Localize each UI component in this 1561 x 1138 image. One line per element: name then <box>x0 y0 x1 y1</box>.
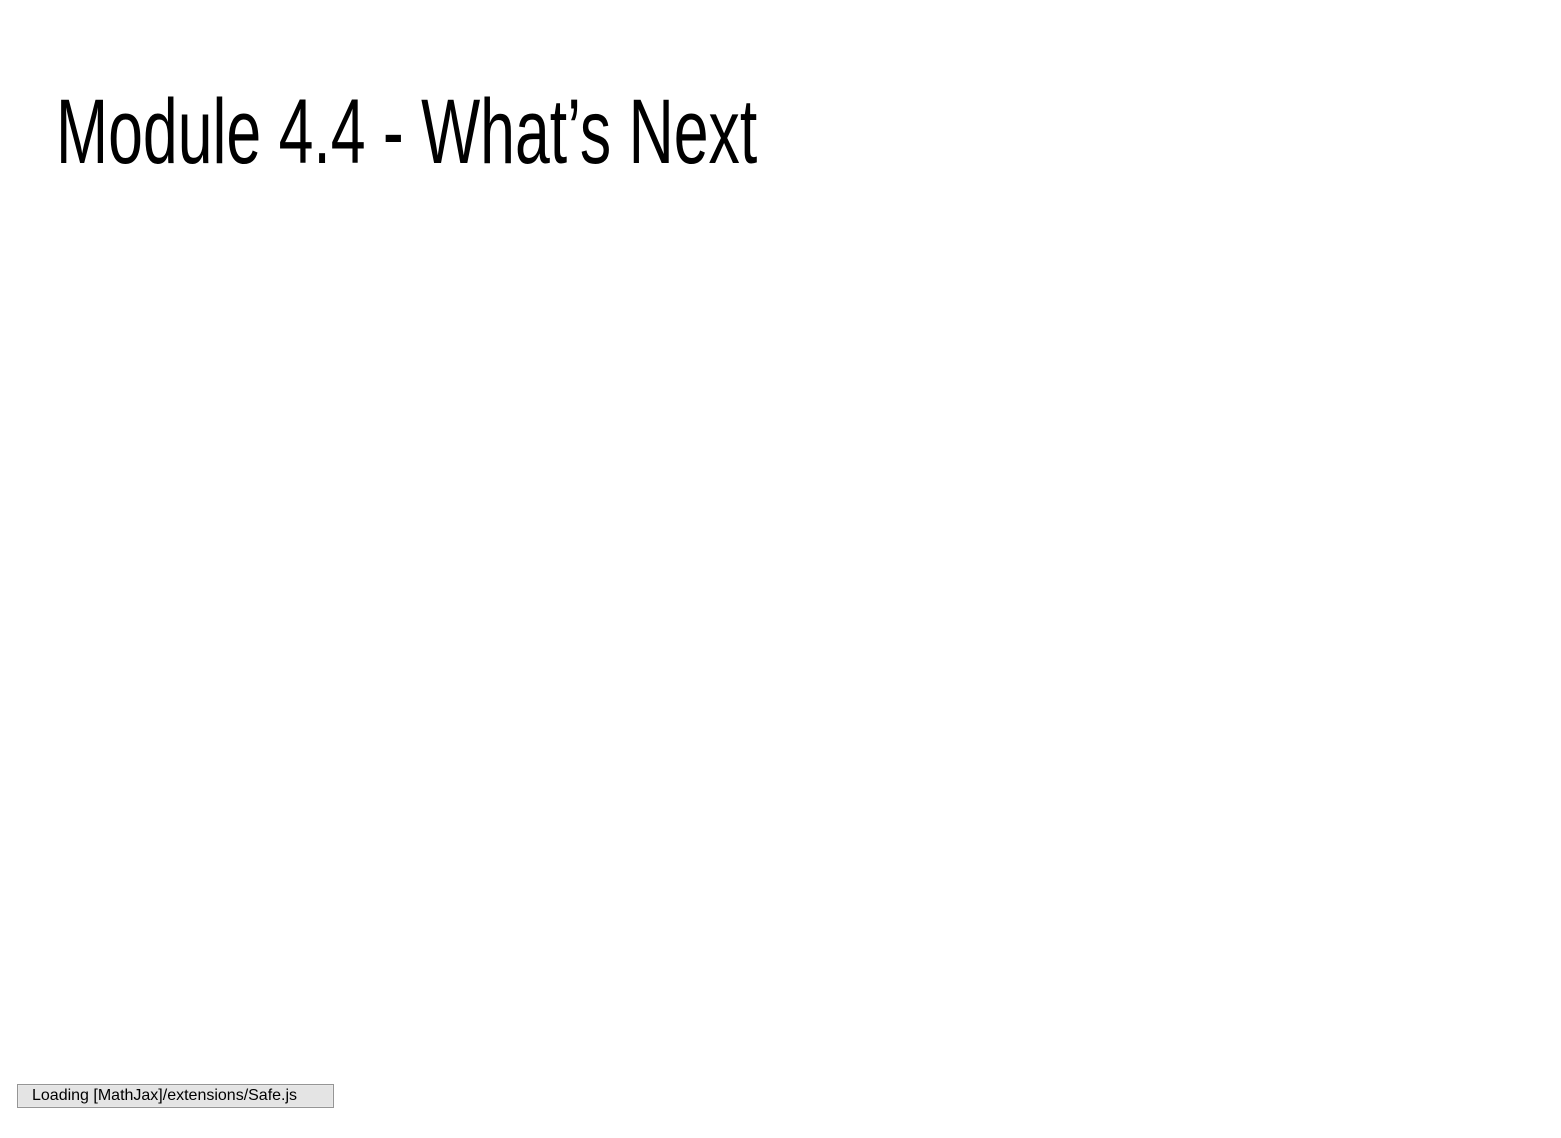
slide-page: Module 4.4 - What’s Next Loading [MathJa… <box>0 0 1561 1138</box>
mathjax-loading-status: Loading [MathJax]/extensions/Safe.js <box>17 1084 334 1108</box>
page-title: Module 4.4 - What’s Next <box>56 81 758 183</box>
